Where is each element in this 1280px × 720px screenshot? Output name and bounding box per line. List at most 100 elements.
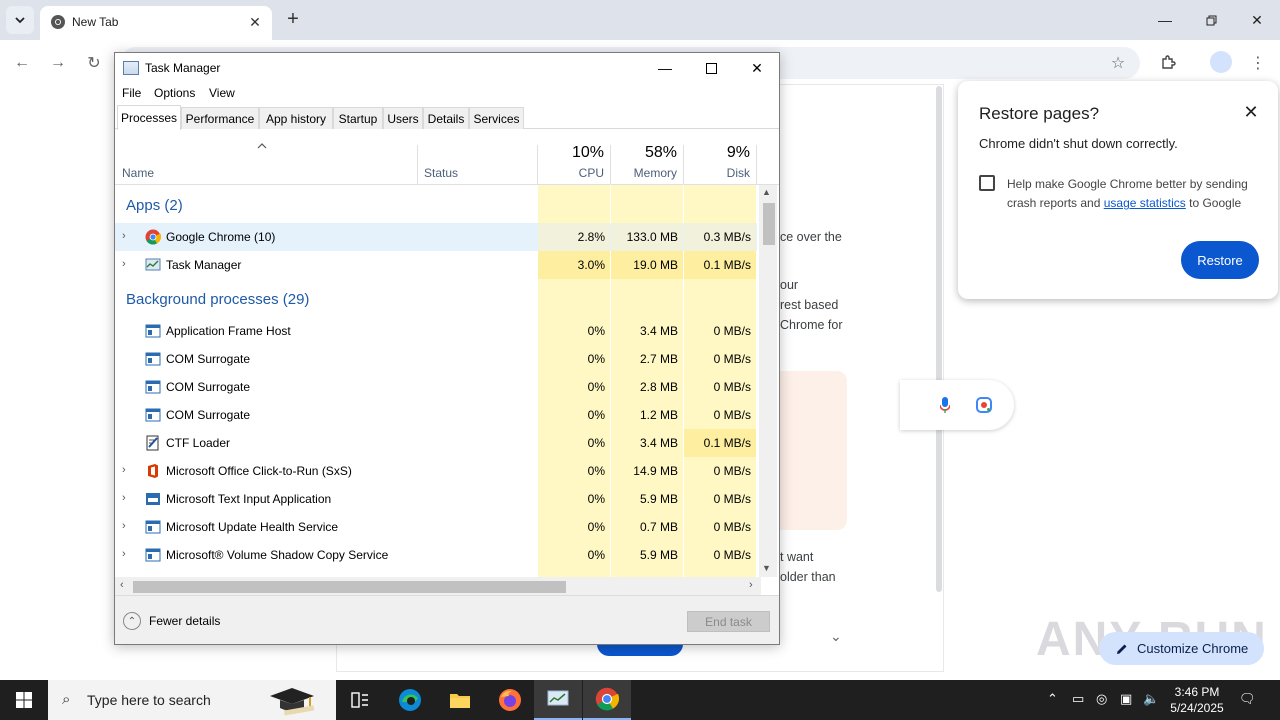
network-icon[interactable]: ▣ — [1120, 691, 1132, 707]
task-manager-taskbar-app[interactable] — [534, 680, 582, 720]
task-manager-titlebar[interactable]: Task Manager — ✕ — [115, 53, 779, 83]
tab-processes[interactable]: Processes — [117, 105, 181, 130]
close-window-button[interactable]: ✕ — [1234, 0, 1280, 40]
bookmark-star-icon[interactable]: ☆ — [1107, 52, 1129, 74]
chevron-up-icon[interactable]: ⌃ — [1047, 691, 1058, 707]
column-separator[interactable] — [417, 145, 418, 185]
table-row[interactable]: › Google Chrome (10) 2.8% 133.0 MB 0.3 M… — [115, 223, 757, 251]
minimize-button[interactable]: — — [1142, 0, 1188, 40]
horizontal-scrollbar[interactable]: ‹ › — [115, 577, 761, 595]
column-disk[interactable]: Disk — [684, 166, 750, 180]
fewer-details-link[interactable]: Fewer details — [149, 614, 220, 628]
restore-button[interactable]: Restore — [1181, 241, 1259, 279]
scroll-right-icon[interactable]: › — [749, 579, 753, 591]
scroll-left-icon[interactable]: ‹ — [120, 579, 124, 591]
table-row[interactable]: › Microsoft Text Input Application 0% 5.… — [115, 485, 757, 513]
tab-details[interactable]: Details — [423, 107, 469, 129]
column-status[interactable]: Status — [424, 166, 458, 180]
scrollbar-thumb[interactable] — [763, 203, 775, 245]
maximize-button[interactable] — [688, 53, 734, 83]
forward-button[interactable]: → — [47, 52, 69, 74]
cpu-total[interactable]: 10% — [538, 144, 604, 162]
task-view-button[interactable] — [336, 680, 384, 720]
process-name: Microsoft Text Input Application — [166, 492, 332, 506]
expand-chevron-icon[interactable]: › — [122, 258, 132, 270]
sort-up-icon[interactable] — [257, 143, 267, 149]
new-tab-button[interactable]: + — [282, 8, 304, 30]
table-row[interactable]: Application Frame Host 0% 3.4 MB 0 MB/s — [115, 317, 757, 345]
chevron-down-icon[interactable]: ⌄ — [830, 628, 842, 645]
scroll-up-icon[interactable]: ▲ — [762, 187, 771, 197]
column-separator[interactable] — [610, 145, 611, 185]
expand-chevron-icon[interactable]: › — [122, 464, 132, 476]
expand-chevron-icon[interactable]: › — [122, 520, 132, 532]
column-memory[interactable]: Memory — [611, 166, 677, 180]
disk-total[interactable]: 9% — [684, 144, 750, 162]
expand-chevron-icon[interactable]: › — [122, 492, 132, 504]
minimize-button[interactable]: — — [642, 53, 688, 83]
vertical-scrollbar[interactable]: ▲ ▼ — [759, 185, 777, 577]
ntp-search-box[interactable] — [900, 380, 1014, 430]
lens-icon[interactable] — [976, 397, 992, 413]
table-row[interactable]: › Task Manager 3.0% 19.0 MB 0.1 MB/s — [115, 251, 757, 279]
microphone-icon[interactable] — [940, 397, 950, 413]
table-row[interactable]: CTF Loader 0% 3.4 MB 0.1 MB/s — [115, 429, 757, 457]
tab-search-button[interactable] — [6, 6, 34, 34]
browser-tab[interactable]: New Tab ✕ — [40, 6, 272, 40]
start-button[interactable] — [0, 680, 48, 720]
expand-chevron-icon[interactable]: › — [122, 230, 132, 242]
table-row[interactable]: COM Surrogate 0% 2.8 MB 0 MB/s — [115, 373, 757, 401]
menu-options[interactable]: Options — [154, 86, 195, 100]
usage-statistics-link[interactable]: usage statistics — [1104, 196, 1186, 210]
table-row[interactable]: › Microsoft Office Click-to-Run (SxS) 0%… — [115, 457, 757, 485]
menu-kebab-icon[interactable]: ⋮ — [1247, 52, 1269, 74]
expand-chevron-icon[interactable]: › — [122, 548, 132, 560]
column-separator[interactable] — [537, 145, 538, 185]
tab-services[interactable]: Services — [469, 107, 524, 129]
back-button[interactable]: ← — [11, 52, 33, 74]
profile-avatar[interactable] — [1210, 51, 1232, 73]
extensions-icon[interactable] — [1157, 52, 1179, 74]
table-row[interactable]: › Microsoft® Volume Shadow Copy Service … — [115, 541, 757, 569]
menu-file[interactable]: File — [122, 86, 141, 100]
table-row[interactable]: COM Surrogate 0% 2.7 MB 0 MB/s — [115, 345, 757, 373]
tablet-icon[interactable]: ▭ — [1072, 691, 1084, 707]
tab-startup[interactable]: Startup — [333, 107, 383, 129]
table-row[interactable]: › Microsoft Update Health Service 0% 0.7… — [115, 513, 757, 541]
maximize-icon — [705, 62, 717, 74]
column-separator[interactable] — [683, 145, 684, 185]
crash-report-checkbox[interactable] — [979, 175, 995, 191]
ntp-scrollbar[interactable] — [936, 86, 942, 592]
search-placeholder: Type here to search — [87, 692, 211, 708]
system-clock[interactable]: 3:46 PM 5/24/2025 — [1166, 684, 1228, 716]
taskbar-search-box[interactable]: ⌕ Type here to search — [48, 680, 336, 720]
notification-icon[interactable]: 🗨 — [1239, 691, 1256, 707]
end-task-button[interactable]: End task — [687, 611, 770, 632]
chrome-taskbar-app[interactable] — [583, 680, 631, 720]
table-row[interactable]: COM Surrogate 0% 1.2 MB 0 MB/s — [115, 401, 757, 429]
tab-performance[interactable]: Performance — [181, 107, 259, 129]
edge-app[interactable] — [386, 680, 434, 720]
scroll-down-icon[interactable]: ▼ — [762, 563, 771, 573]
column-cpu[interactable]: CPU — [538, 166, 604, 180]
file-explorer-app[interactable] — [436, 680, 484, 720]
tab-close-icon[interactable]: ✕ — [246, 13, 264, 31]
restore-window-button[interactable] — [1188, 0, 1234, 40]
firefox-icon — [499, 689, 521, 711]
volume-icon[interactable]: 🔈 — [1143, 691, 1159, 707]
close-icon[interactable]: ✕ — [1241, 102, 1261, 122]
scrollbar-thumb[interactable] — [133, 581, 566, 593]
collapse-up-icon[interactable]: ⌃ — [123, 612, 141, 630]
close-button[interactable]: ✕ — [734, 53, 780, 83]
tab-app-history[interactable]: App history — [259, 107, 333, 129]
menu-view[interactable]: View — [209, 86, 235, 100]
tab-users[interactable]: Users — [383, 107, 423, 129]
checkbox-label-suffix: to Google — [1189, 196, 1242, 210]
customize-chrome-button[interactable]: Customize Chrome — [1099, 632, 1264, 665]
reload-button[interactable]: ↻ — [83, 52, 105, 74]
meet-now-icon[interactable]: ◎ — [1096, 691, 1107, 707]
memory-total[interactable]: 58% — [611, 144, 677, 162]
column-separator[interactable] — [756, 145, 757, 185]
column-name[interactable]: Name — [122, 166, 154, 180]
firefox-app[interactable] — [486, 680, 534, 720]
